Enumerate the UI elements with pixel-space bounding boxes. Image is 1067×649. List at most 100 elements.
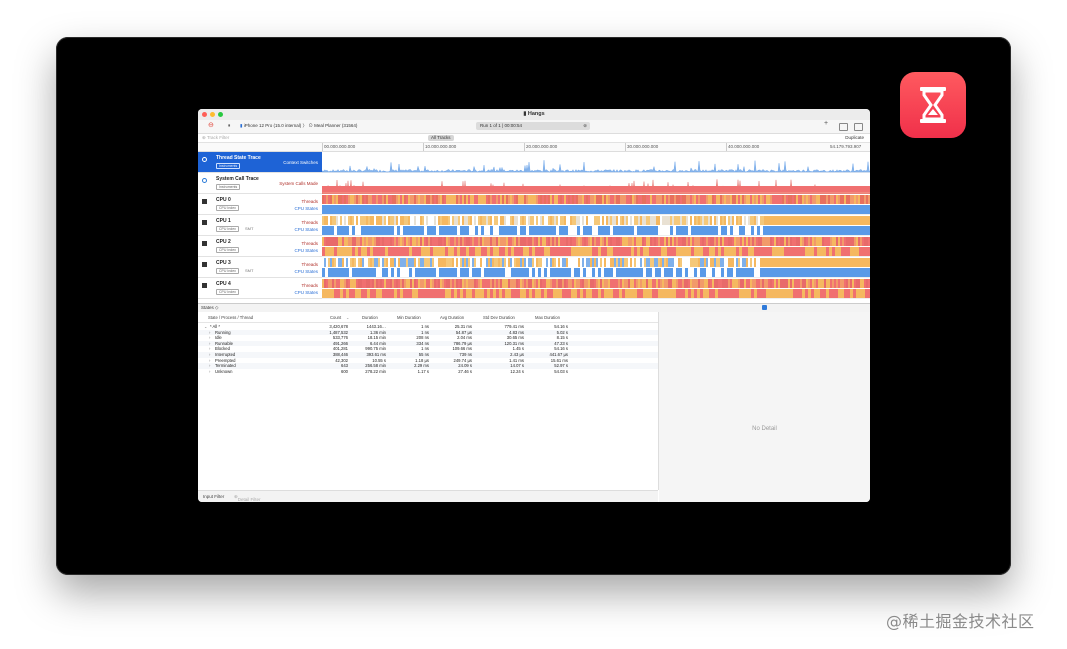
cpu-state-segment [595,289,598,298]
col-header-stddev-duration[interactable]: Std Dev Duration [483,315,515,320]
cpu-state-segment [514,226,517,235]
disclosure-triangle-icon[interactable]: › [209,335,210,340]
col-header-max-duration[interactable]: Max Duration [535,315,560,320]
cpu-state-segment [421,268,424,277]
thread-segment [838,279,840,288]
cpu-state-segment [730,268,733,277]
disclosure-triangle-icon[interactable]: › [209,363,210,368]
thread-segment [342,195,344,204]
thread-segment [326,216,328,225]
thread-segment [820,195,822,204]
lane-cpu-1[interactable] [322,215,870,236]
cpu-state-segment [838,289,841,298]
toggle-bottom-panel-button[interactable] [839,123,848,131]
cpu-state-segment [856,226,859,235]
disclosure-triangle-icon[interactable]: › [209,330,210,335]
thread-segment [798,195,800,204]
lane-cpu-2[interactable] [322,236,870,257]
clear-run-icon[interactable]: ⊗ [583,122,587,130]
pause-button[interactable]: ⏸ [228,123,231,129]
lane-thread-state[interactable] [322,152,870,173]
thread-segment [442,216,444,225]
thread-segment [532,279,534,288]
lane-cpu-4[interactable] [322,278,870,299]
cpu-state-segment [625,205,628,214]
cpu-state-segment [382,205,385,214]
cpu-state-segment [814,226,817,235]
disclosure-triangle-icon[interactable]: › [209,341,210,346]
thread-segment [612,258,614,267]
all-tracks-button[interactable]: All Tracks [428,135,454,141]
track-subtitle: Instruments [216,163,241,169]
run-selector[interactable]: Run 1 of 1 | 00:00:54 ⊗ [476,122,590,130]
disclosure-triangle-icon[interactable]: › [209,369,210,374]
thread-segment [812,216,814,225]
thread-segment [788,195,790,204]
disclosure-triangle-icon[interactable]: › [209,346,210,351]
thread-segment [498,195,500,204]
inspector-tab-icon[interactable] [762,305,767,310]
col-header-count[interactable]: Count [330,315,341,320]
lane-system-calls[interactable] [322,173,870,194]
track-cpu-2[interactable]: CPU 2 CPU Index Threads CPU States [198,236,322,257]
target-device-selector[interactable]: ▮ iPhone 12 Pro (15.0 internal) 〉 ⊙ Meal… [240,123,357,129]
lane-cpu-3[interactable] [322,257,870,278]
col-header-min-duration[interactable]: Min Duration [397,315,421,320]
cpu-state-segment [424,226,427,235]
thread-segment [804,237,806,246]
col-header-state[interactable]: State / Process / Thread [208,315,253,320]
thread-segment [640,279,642,288]
track-cpu-3[interactable]: CPU 3 CPU Index SMT Threads CPU States [198,257,322,278]
cpu-state-segment [808,247,811,256]
thread-segment [746,258,748,267]
thread-segment [506,258,508,267]
thread-segment [548,216,550,225]
table-row[interactable]: › Unknown 600 278.22 min 1.17 s 27.46 s 12.24 … [198,369,658,375]
thread-segment [638,216,640,225]
input-filter-button[interactable]: Input Filter [203,494,224,499]
col-header-avg-duration[interactable]: Avg Duration [440,315,464,320]
time-ruler[interactable]: 00.000.000.000 10.000.000.000 20.000.000… [322,143,870,152]
detail-type-selector[interactable]: States ◇ [201,305,219,311]
detail-filter-input[interactable]: ⊕ Detail Filter [234,494,261,502]
thread-segment [678,195,680,204]
thread-segment [800,195,802,204]
record-button[interactable]: ⊖ [208,121,214,129]
track-lanes[interactable] [322,152,870,299]
cpu-state-segment [472,205,475,214]
cpu-state-segment [670,205,673,214]
track-cpu-1[interactable]: CPU 1 CPU Index SMT Threads CPU States [198,215,322,236]
track-thread-state-trace[interactable]: Thread State Trace Instruments Context S… [198,152,322,173]
add-instrument-button[interactable]: + [824,120,828,127]
col-header-duration[interactable]: Duration [362,315,378,320]
cpu-state-segment [850,205,853,214]
track-cpu-4[interactable]: CPU 4 CPU Index Threads CPU States [198,278,322,299]
thread-segment [354,216,356,225]
toggle-inspector-button[interactable] [854,123,863,131]
disclosure-triangle-icon[interactable]: › [209,358,210,363]
thread-segment [762,216,764,225]
track-cpu-0[interactable]: CPU 0 CPU Index Threads CPU States [198,194,322,215]
row-state-name: Preempted [215,357,236,363]
thread-segment [362,216,364,225]
lane-cpu-0[interactable] [322,194,870,215]
disclosure-triangle-icon[interactable]: › [209,352,210,357]
cpu-state-segment [493,268,496,277]
thread-segment [492,258,494,267]
duplicate-button[interactable]: Duplicate [845,135,864,140]
disclosure-triangle-icon[interactable]: ⌄ [204,324,208,329]
thread-segment [438,216,440,225]
thread-segment [642,195,644,204]
thread-segment [626,258,628,267]
thread-segment [494,195,496,204]
thread-segment [406,258,408,267]
track-filter-input[interactable]: ⊕ Track Filter [202,135,229,141]
thread-segment [496,216,498,225]
track-system-call-trace[interactable]: System Call Trace Instruments System Cal… [198,173,322,194]
cpu-state-segment [565,205,568,214]
thread-segment [386,195,388,204]
cpu-state-segment [658,289,661,298]
cpu-state-segment [361,226,364,235]
thread-segment [804,216,806,225]
thread-segment [560,258,562,267]
